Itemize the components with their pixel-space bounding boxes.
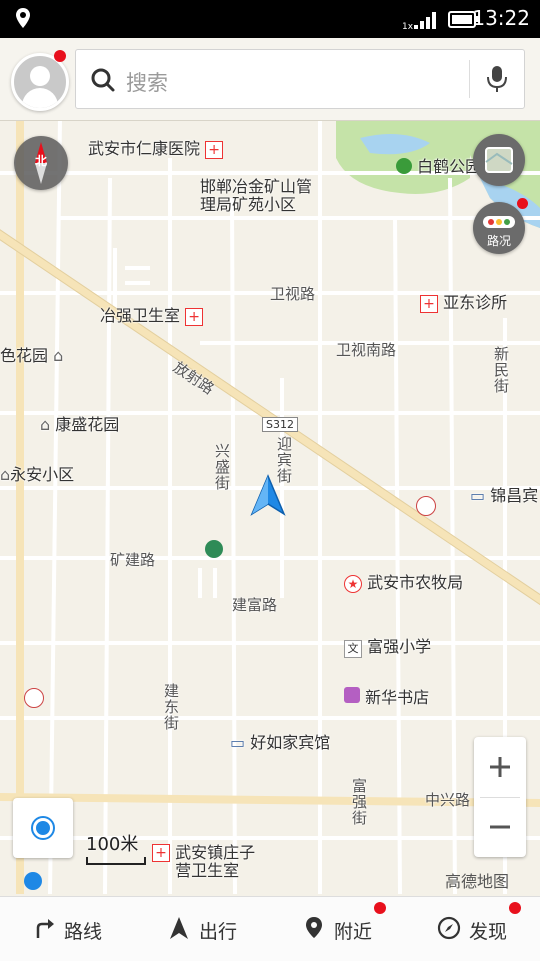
hotel-icon: ▭: [470, 486, 486, 505]
signal-icon: 1x: [402, 12, 436, 31]
park-icon: [396, 158, 412, 174]
compass-north-label: 北: [34, 154, 47, 168]
tab-route[interactable]: 路线: [0, 897, 135, 961]
notification-dot: [54, 50, 66, 62]
traffic-light-icon: [483, 216, 515, 228]
layers-button[interactable]: [473, 134, 525, 186]
poi-jinchang[interactable]: ▭ 锦昌宾: [470, 487, 538, 505]
hotel-icon: ▭: [230, 733, 246, 752]
status-time: 13:22: [472, 6, 530, 30]
search-placeholder: 搜索: [126, 71, 168, 95]
scale-label: 100米: [86, 834, 139, 855]
gas-station-icon[interactable]: [24, 688, 44, 708]
poi-handan-mine[interactable]: 邯郸冶金矿山管 理局矿苑小区: [200, 178, 312, 214]
road-label-xingsheng: 兴盛街: [213, 443, 231, 491]
residence-icon: ⌂: [53, 346, 64, 365]
bank-icon[interactable]: [205, 540, 223, 558]
carrier-logo-icon: [24, 872, 42, 890]
poi-yongan[interactable]: ⌂永安小区: [0, 466, 74, 484]
road-label-zhongxing: 中兴路: [425, 791, 471, 809]
road-label-kuangjian: 矿建路: [110, 551, 156, 569]
shopping-icon: [344, 687, 360, 703]
navigate-icon: [170, 917, 188, 939]
poi-secai-garden[interactable]: 色花园 ⌂: [0, 347, 63, 365]
top-bar: 搜索: [0, 38, 540, 121]
road-shield-s312: S312: [262, 417, 298, 432]
my-location-icon: [31, 816, 55, 840]
poi-yadong-clinic[interactable]: + 亚东诊所: [420, 294, 507, 313]
residence-icon: ⌂: [0, 465, 11, 484]
hospital-icon: +: [420, 295, 438, 313]
government-icon: ★: [344, 575, 362, 593]
traffic-notification-dot: [517, 198, 528, 209]
navigation-arrow-icon: [250, 474, 286, 516]
search-icon: [91, 68, 115, 92]
poi-baihe-park[interactable]: 白鹤公园: [396, 158, 481, 176]
search-input[interactable]: 搜索: [75, 49, 525, 109]
discover-notification-dot: [509, 902, 521, 914]
road-label-weishi: 卫视路: [270, 285, 316, 303]
route-icon: [36, 919, 54, 938]
poi-nongmu[interactable]: ★ 武安市农牧局: [344, 574, 463, 593]
map-view[interactable]: 卫视路 卫视南路 放射路 S312 矿建路 建富路 中兴路 兴盛街 建东街 富强…: [0, 118, 540, 894]
scale-bar: 100米: [86, 830, 146, 865]
map-watermark: 高德地图: [445, 872, 510, 891]
poi-kangsheng-garden[interactable]: ⌂ 康盛花园: [40, 416, 119, 434]
road-label-jiandong: 建东街: [162, 683, 180, 731]
poi-fuqiang-school[interactable]: 文 富强小学: [344, 638, 431, 658]
tab-route-label: 路线: [64, 921, 103, 943]
tab-travel[interactable]: 出行: [135, 897, 270, 961]
poi-haoru-hotel[interactable]: ▭ 好如家宾馆: [230, 734, 330, 752]
location-status-icon: [16, 8, 30, 28]
tab-travel-label: 出行: [199, 921, 238, 943]
compass-icon: [437, 916, 461, 940]
plus-icon: [490, 757, 510, 777]
minus-icon: [490, 825, 510, 829]
road-label-xinmin: 新民街: [492, 346, 510, 394]
hospital-icon: +: [152, 844, 170, 862]
road-label-weishi-south: 卫视南路: [336, 341, 397, 359]
hospital-icon: +: [205, 141, 224, 159]
residence-icon: ⌂: [40, 415, 51, 434]
poi-yeqiang-clinic[interactable]: 冶强卫生室 +: [100, 307, 204, 326]
hospital-icon: +: [185, 308, 204, 326]
poi-xinhua-books[interactable]: 新华书店: [344, 687, 429, 707]
layers-icon: [485, 147, 513, 173]
nearby-notification-dot: [374, 902, 386, 914]
nearby-pin-icon: [306, 917, 322, 938]
road-label-jianfu: 建富路: [232, 596, 278, 614]
zoom-out-button[interactable]: [474, 797, 526, 857]
compass-button[interactable]: 北: [14, 136, 68, 190]
poi-renkang-hospital[interactable]: 武安市仁康医院 +: [88, 140, 224, 159]
road-label-fuqiang: 富强街: [350, 778, 368, 826]
tab-nearby-label: 附近: [334, 921, 373, 943]
tab-discover-label: 发现: [469, 921, 508, 943]
microphone-icon[interactable]: [486, 65, 508, 93]
traffic-label: 路况: [486, 234, 511, 248]
status-bar: 1x 13:22: [0, 0, 540, 38]
gas-station-icon[interactable]: [416, 496, 436, 516]
zoom-controls: [474, 737, 526, 857]
poi-zhuangzi-clinic[interactable]: + 武安镇庄子 营卫生室: [152, 844, 255, 880]
zoom-in-button[interactable]: [474, 737, 526, 797]
network-label: 1x: [402, 22, 414, 31]
traffic-button[interactable]: 路况: [473, 202, 525, 254]
locate-button[interactable]: [13, 798, 73, 858]
bottom-tab-bar: 路线 出行 附近 发现: [0, 896, 540, 961]
school-icon: 文: [344, 640, 362, 658]
